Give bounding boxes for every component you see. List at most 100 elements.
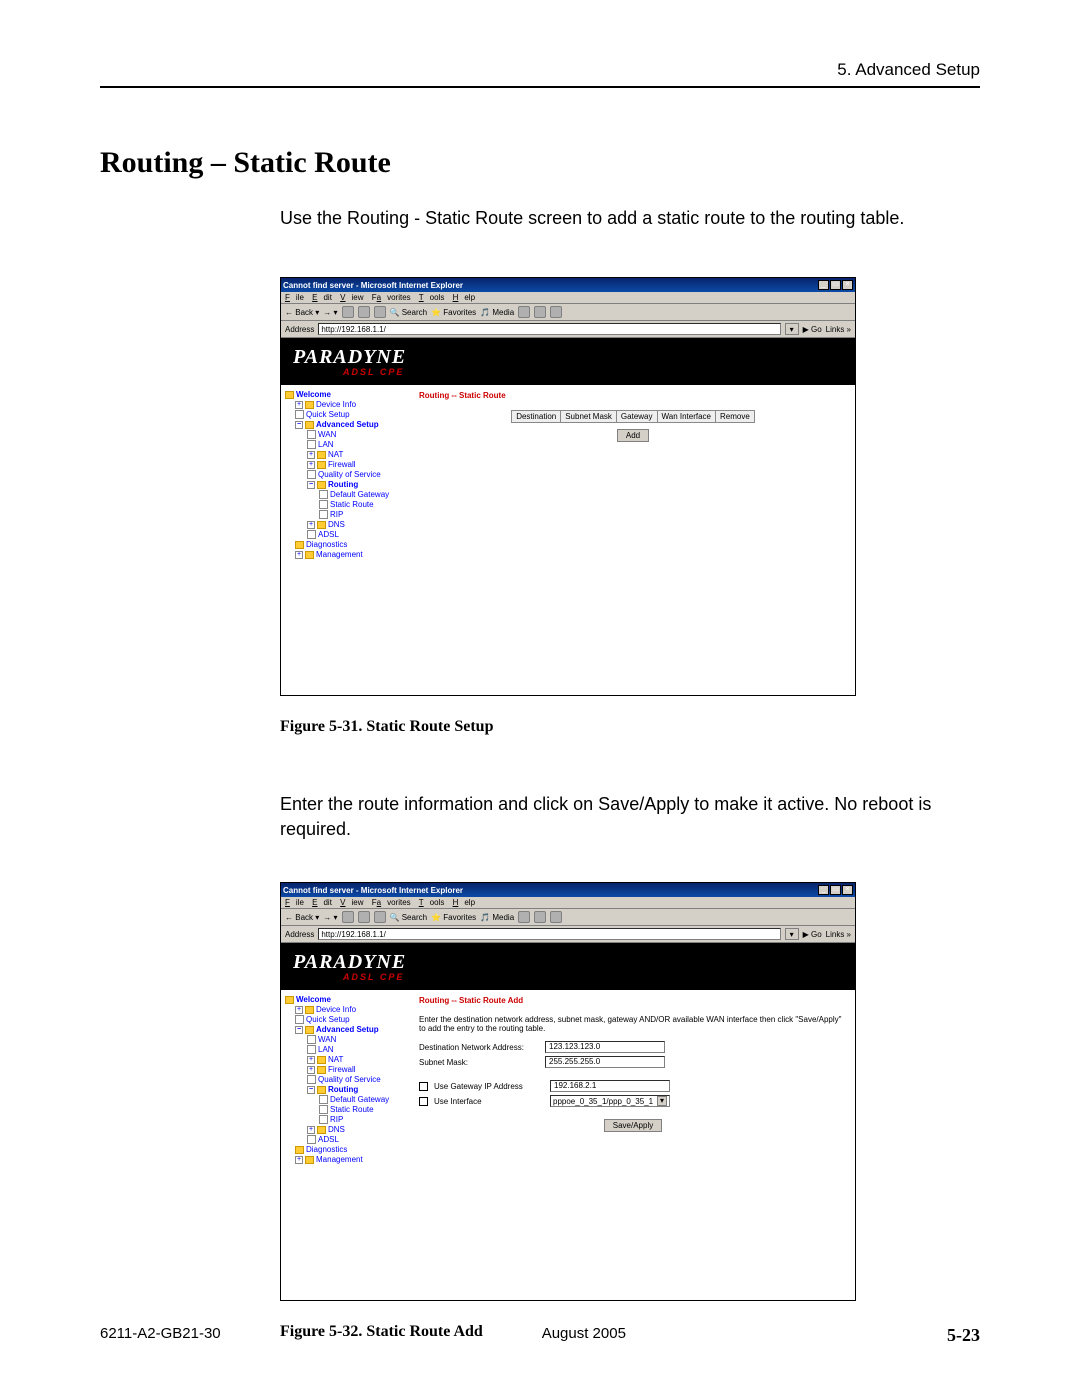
nav-advanced-setup[interactable]: −Advanced Setup bbox=[295, 1025, 407, 1034]
close-icon[interactable]: × bbox=[842, 280, 853, 290]
links-button[interactable]: Links » bbox=[826, 930, 851, 939]
nav-management[interactable]: +Management bbox=[295, 1155, 407, 1164]
nav-welcome[interactable]: Welcome bbox=[285, 390, 407, 399]
nav-static-route[interactable]: Static Route bbox=[319, 1105, 407, 1114]
nav-device-info[interactable]: +Device Info bbox=[295, 400, 407, 409]
menu-file[interactable]: File bbox=[285, 293, 304, 302]
history-icon[interactable] bbox=[518, 911, 530, 923]
nav-lan[interactable]: LAN bbox=[307, 440, 407, 449]
back-button[interactable]: ← Back ▾ bbox=[285, 913, 319, 922]
nav-default-gateway[interactable]: Default Gateway bbox=[319, 490, 407, 499]
intro-paragraph-1: Use the Routing - Static Route screen to… bbox=[280, 208, 980, 229]
nav-routing[interactable]: −Routing bbox=[307, 480, 407, 489]
address-dropdown-icon[interactable]: ▾ bbox=[785, 323, 799, 335]
menu-edit[interactable]: Edit bbox=[312, 293, 332, 302]
interface-checkbox[interactable] bbox=[419, 1097, 428, 1106]
address-input[interactable]: http://192.168.1.1/ bbox=[318, 928, 780, 940]
maximize-icon[interactable]: ▭ bbox=[830, 280, 841, 290]
menu-tools[interactable]: Tools bbox=[419, 898, 445, 907]
nav-dns[interactable]: +DNS bbox=[307, 1125, 407, 1134]
nav-qos[interactable]: Quality of Service bbox=[307, 470, 407, 479]
refresh-icon[interactable] bbox=[358, 306, 370, 318]
nav-nat[interactable]: +NAT bbox=[307, 450, 407, 459]
nav-welcome[interactable]: Welcome bbox=[285, 995, 407, 1004]
nav-wan[interactable]: WAN bbox=[307, 430, 407, 439]
address-label: Address bbox=[285, 930, 314, 939]
forward-button[interactable]: → ▾ bbox=[323, 308, 337, 317]
nav-static-route[interactable]: Static Route bbox=[319, 500, 407, 509]
mail-icon[interactable] bbox=[534, 306, 546, 318]
stop-icon[interactable] bbox=[342, 911, 354, 923]
menu-edit[interactable]: Edit bbox=[312, 898, 332, 907]
nav-firewall[interactable]: +Firewall bbox=[307, 1065, 407, 1074]
mail-icon[interactable] bbox=[534, 911, 546, 923]
minimize-icon[interactable]: _ bbox=[818, 280, 829, 290]
minimize-icon[interactable]: _ bbox=[818, 885, 829, 895]
address-label: Address bbox=[285, 325, 314, 334]
home-icon[interactable] bbox=[374, 911, 386, 923]
nav-qos[interactable]: Quality of Service bbox=[307, 1075, 407, 1084]
nav-rip[interactable]: RIP bbox=[319, 510, 407, 519]
panel-heading: Routing -- Static Route bbox=[419, 391, 847, 400]
links-button[interactable]: Links » bbox=[826, 325, 851, 334]
favorites-button[interactable]: ⭐ Favorites bbox=[431, 913, 476, 922]
nav-diagnostics[interactable]: Diagnostics bbox=[295, 1145, 407, 1154]
nav-device-info[interactable]: +Device Info bbox=[295, 1005, 407, 1014]
nav-routing[interactable]: −Routing bbox=[307, 1085, 407, 1094]
maximize-icon[interactable]: ▭ bbox=[830, 885, 841, 895]
dest-input[interactable]: 123.123.123.0 bbox=[545, 1041, 665, 1053]
nav-diagnostics[interactable]: Diagnostics bbox=[295, 540, 407, 549]
menu-view[interactable]: View bbox=[340, 898, 363, 907]
search-button[interactable]: 🔍 Search bbox=[390, 308, 428, 317]
stop-icon[interactable] bbox=[342, 306, 354, 318]
close-icon[interactable]: × bbox=[842, 885, 853, 895]
address-dropdown-icon[interactable]: ▾ bbox=[785, 928, 799, 940]
dest-label: Destination Network Address: bbox=[419, 1043, 539, 1052]
menu-favorites[interactable]: Favorites bbox=[372, 898, 411, 907]
forward-button[interactable]: → ▾ bbox=[323, 913, 337, 922]
go-button[interactable]: ▶ Go bbox=[803, 325, 822, 334]
nav-lan[interactable]: LAN bbox=[307, 1045, 407, 1054]
gateway-checkbox[interactable] bbox=[419, 1082, 428, 1091]
figure-1: Cannot find server - Microsoft Internet … bbox=[280, 277, 980, 696]
browser-window-2: Cannot find server - Microsoft Internet … bbox=[280, 882, 856, 1301]
mask-input[interactable]: 255.255.255.0 bbox=[545, 1056, 665, 1068]
home-icon[interactable] bbox=[374, 306, 386, 318]
menu-help[interactable]: Help bbox=[453, 293, 475, 302]
menu-tools[interactable]: Tools bbox=[419, 293, 445, 302]
nav-advanced-setup[interactable]: −Advanced Setup bbox=[295, 420, 407, 429]
add-button[interactable]: Add bbox=[617, 429, 649, 442]
save-apply-button[interactable]: Save/Apply bbox=[604, 1119, 662, 1132]
nav-dns[interactable]: +DNS bbox=[307, 520, 407, 529]
print-icon[interactable] bbox=[550, 306, 562, 318]
print-icon[interactable] bbox=[550, 911, 562, 923]
interface-select[interactable]: pppoe_0_35_1/ppp_0_35_1 ▾ bbox=[550, 1095, 670, 1107]
nav-adsl[interactable]: ADSL bbox=[307, 1135, 407, 1144]
nav-quick-setup[interactable]: Quick Setup bbox=[295, 1015, 407, 1024]
nav-firewall[interactable]: +Firewall bbox=[307, 460, 407, 469]
menu-view[interactable]: View bbox=[340, 293, 363, 302]
nav-default-gateway[interactable]: Default Gateway bbox=[319, 1095, 407, 1104]
history-icon[interactable] bbox=[518, 306, 530, 318]
go-button[interactable]: ▶ Go bbox=[803, 930, 822, 939]
media-button[interactable]: 🎵 Media bbox=[480, 308, 514, 317]
back-button[interactable]: ← Back ▾ bbox=[285, 308, 319, 317]
menu-favorites[interactable]: Favorites bbox=[372, 293, 411, 302]
content-area: Welcome +Device Info Quick Setup −Advanc… bbox=[281, 385, 855, 695]
media-button[interactable]: 🎵 Media bbox=[480, 913, 514, 922]
nav-nat[interactable]: +NAT bbox=[307, 1055, 407, 1064]
nav-adsl[interactable]: ADSL bbox=[307, 530, 407, 539]
nav-wan[interactable]: WAN bbox=[307, 1035, 407, 1044]
nav-management[interactable]: +Management bbox=[295, 550, 407, 559]
figure-1-caption: Figure 5-31. Static Route Setup bbox=[280, 718, 980, 736]
gateway-input[interactable]: 192.168.2.1 bbox=[550, 1080, 670, 1092]
address-input[interactable]: http://192.168.1.1/ bbox=[318, 323, 780, 335]
refresh-icon[interactable] bbox=[358, 911, 370, 923]
favorites-button[interactable]: ⭐ Favorites bbox=[431, 308, 476, 317]
menu-file[interactable]: File bbox=[285, 898, 304, 907]
menu-help[interactable]: Help bbox=[453, 898, 475, 907]
nav-quick-setup[interactable]: Quick Setup bbox=[295, 410, 407, 419]
address-bar: Address http://192.168.1.1/ ▾ ▶ Go Links… bbox=[281, 321, 855, 338]
nav-rip[interactable]: RIP bbox=[319, 1115, 407, 1124]
search-button[interactable]: 🔍 Search bbox=[390, 913, 428, 922]
